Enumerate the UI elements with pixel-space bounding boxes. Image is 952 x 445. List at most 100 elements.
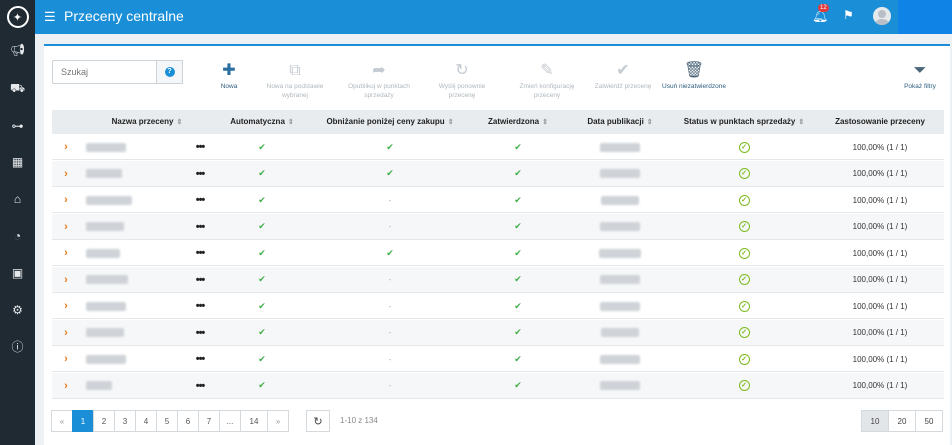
sidebar: 📢︎ ⛟ ⊶ ▦ ⌂ ◔ ▣ ⚙ ⓘ <box>0 34 35 445</box>
resend-button[interactable]: ↻ Wyślij ponownie przecenę <box>430 62 494 100</box>
show-filters-button[interactable]: ⏷ Pokaż filtry <box>896 62 944 91</box>
refresh-icon: ↻ <box>313 415 323 428</box>
row-actions-button[interactable]: ••• <box>196 168 206 180</box>
redacted-date <box>600 169 640 178</box>
prev-page-button[interactable]: « <box>51 410 73 432</box>
expand-chevron-icon[interactable]: › <box>64 141 68 153</box>
redacted-date <box>601 195 639 205</box>
user-menu-area[interactable] <box>898 0 952 34</box>
cogs-icon[interactable]: ⚙ <box>0 300 35 320</box>
expand-chevron-icon[interactable]: › <box>64 221 68 233</box>
page-button[interactable]: 1 <box>72 410 94 432</box>
publish-button[interactable]: ➦ Opublikuj w punktach sprzedaży <box>342 62 416 100</box>
page-size-option[interactable]: 20 <box>888 410 916 432</box>
usage-value: 100,00% (1 / 1) <box>852 142 908 152</box>
dash-icon: - <box>388 328 392 337</box>
row-actions-button[interactable]: ••• <box>196 327 206 339</box>
expand-chevron-icon[interactable]: › <box>64 247 68 259</box>
expand-chevron-icon[interactable]: › <box>64 327 68 339</box>
check-icon: ✔ <box>258 353 266 364</box>
table-row[interactable]: › ••• ✔ - ✔ ✓ 100,00% (1 / 1) <box>52 187 944 213</box>
hamburger-menu-icon[interactable]: ☰ <box>44 10 56 23</box>
change-config-button[interactable]: ✎ Zmień konfigurację przeceny <box>512 62 582 100</box>
check-icon: ✔ <box>616 62 630 79</box>
pagination: « 1 2 3 4 5 6 7 ... 14 » <box>51 410 289 432</box>
next-page-button[interactable]: » <box>267 410 289 432</box>
col-publish-date[interactable]: Data publikacji ⇕ <box>568 110 672 134</box>
row-actions-button[interactable]: ••• <box>196 141 206 153</box>
redacted-date <box>599 248 641 258</box>
col-status[interactable]: Status w punktach sprzedaży ⇕ <box>672 110 816 134</box>
megaphone-icon[interactable]: 📢︎ <box>0 40 35 60</box>
row-actions-button[interactable]: ••• <box>196 194 206 206</box>
col-approved[interactable]: Zatwierdzona ⇕ <box>468 110 568 134</box>
page-button[interactable]: 5 <box>156 410 178 432</box>
shop-icon[interactable]: ⌂ <box>0 189 35 209</box>
approve-button[interactable]: ✔ Zatwierdź przecenę <box>590 62 656 91</box>
table-row[interactable]: › ••• ✔ - ✔ ✓ 100,00% (1 / 1) <box>52 213 944 240</box>
row-actions-button[interactable]: ••• <box>196 247 206 259</box>
expand-chevron-icon[interactable]: › <box>64 300 68 312</box>
expand-chevron-icon[interactable]: › <box>64 194 68 206</box>
page-size-option[interactable]: 10 <box>861 410 889 432</box>
page-button[interactable]: 4 <box>135 410 157 432</box>
usage-value: 100,00% (1 / 1) <box>852 328 908 337</box>
table-row[interactable]: › ••• ✔ - ✔ ✓ 100,00% (1 / 1) <box>52 266 944 293</box>
new-button[interactable]: ✚ Nowa <box>214 62 244 91</box>
check-icon: ✔ <box>258 327 266 337</box>
table-row[interactable]: › ••• ✔ - ✔ ✓ 100,00% (1 / 1) <box>52 372 944 399</box>
expand-chevron-icon[interactable]: › <box>64 168 68 180</box>
refresh-icon: ↻ <box>455 62 469 79</box>
col-automatic[interactable]: Automatyczna ⇕ <box>212 110 312 134</box>
expand-chevron-icon[interactable]: › <box>64 274 68 286</box>
status-ok-icon: ✓ <box>738 221 750 232</box>
page-size-option[interactable]: 50 <box>915 410 943 432</box>
page-button[interactable]: 7 <box>198 410 220 432</box>
gauge-icon[interactable]: ◔ <box>0 226 35 246</box>
table-row[interactable]: › ••• ✔ - ✔ ✓ 100,00% (1 / 1) <box>52 319 944 346</box>
expand-chevron-icon[interactable]: › <box>64 380 68 392</box>
search-help-button[interactable]: ? <box>157 60 183 84</box>
barcode-icon[interactable]: ▦ <box>0 152 35 172</box>
table-row[interactable]: › ••• ✔ ✔ ✔ ✓ 100,00% (1 / 1) <box>52 160 944 187</box>
col-below-purchase[interactable]: Obniżanie poniżej ceny zakupu ⇕ <box>312 110 468 134</box>
row-actions-button[interactable]: ••• <box>196 300 206 312</box>
row-actions-button[interactable]: ••• <box>196 221 206 233</box>
page-button[interactable]: 14 <box>240 410 268 432</box>
table-row[interactable]: › ••• ✔ ✔ ✔ ✓ 100,00% (1 / 1) <box>52 134 944 160</box>
row-actions-button[interactable]: ••• <box>196 353 206 365</box>
redacted-date <box>601 328 639 337</box>
page-button[interactable]: 6 <box>177 410 199 432</box>
truck-icon[interactable]: ⛟ <box>0 79 35 99</box>
sort-icon: ⇕ <box>646 119 653 126</box>
page-button[interactable]: 2 <box>93 410 115 432</box>
expand-chevron-icon[interactable]: › <box>64 353 68 365</box>
dash-icon: - <box>388 275 392 284</box>
table-row[interactable]: › ••• ✔ ✔ ✔ ✓ 100,00% (1 / 1) <box>52 240 944 266</box>
refresh-button[interactable]: ↻ <box>306 410 330 432</box>
question-icon: ? <box>164 67 175 77</box>
flag-icon[interactable]: ⚑ <box>843 8 854 22</box>
row-actions-button[interactable]: ••• <box>196 380 206 392</box>
avatar[interactable] <box>873 7 891 25</box>
sort-icon: ⇕ <box>447 119 454 126</box>
check-icon: ✔ <box>514 221 522 231</box>
check-icon: ✔ <box>514 300 522 311</box>
delete-unapproved-button[interactable]: 🗑︎ Usuń niezatwierdzone <box>658 62 730 91</box>
redacted-name <box>86 222 124 231</box>
table-row[interactable]: › ••• ✔ - ✔ ✓ 100,00% (1 / 1) <box>52 346 944 372</box>
info-icon[interactable]: ⓘ <box>0 336 35 356</box>
search-input[interactable] <box>52 60 157 84</box>
check-icon: ✔ <box>514 327 522 337</box>
check-icon: ✔ <box>514 274 522 284</box>
table-row[interactable]: › ••• ✔ - ✔ ✓ 100,00% (1 / 1) <box>52 293 944 319</box>
notifications-badge: 12 <box>818 4 829 12</box>
new-based-button[interactable]: ⧉ Nowa na podstawie wybranej <box>262 62 328 100</box>
page-button[interactable]: 3 <box>114 410 136 432</box>
check-icon: ✔ <box>258 141 266 152</box>
col-name[interactable]: Nazwa przeceny ⇕ <box>82 110 212 134</box>
row-actions-button[interactable]: ••• <box>196 274 206 286</box>
app-logo[interactable]: ✦ <box>0 0 35 34</box>
sitemap-icon[interactable]: ⊶ <box>0 116 35 136</box>
cash-icon[interactable]: ▣ <box>0 263 35 283</box>
